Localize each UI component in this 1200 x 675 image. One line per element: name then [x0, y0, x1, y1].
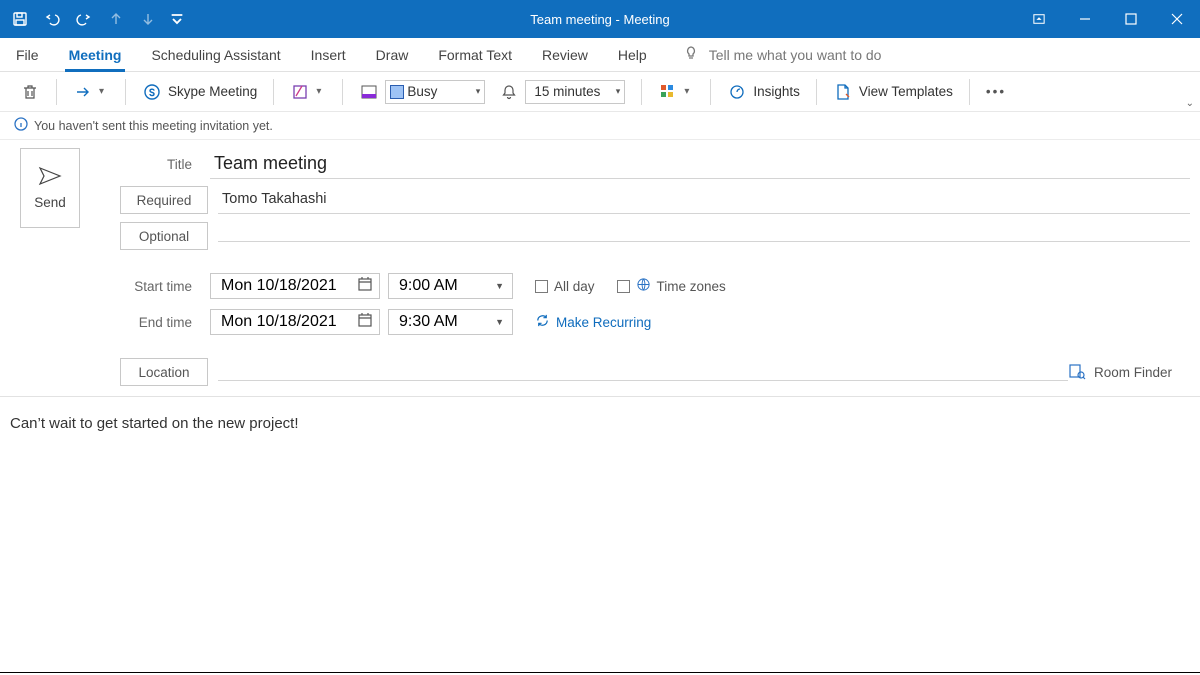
forward-dropdown[interactable]: ▾: [99, 86, 109, 97]
calendar-icon: [357, 312, 373, 333]
footer-border: [0, 672, 1200, 673]
location-input[interactable]: [218, 363, 1068, 381]
reminder-bell-icon[interactable]: [499, 82, 519, 102]
busy-swatch-icon: [390, 85, 404, 99]
ribbon-toolbar: ▾ Skype Meeting ▾ Busy ▾ 15 minutes ▾ ▾ …: [0, 72, 1200, 112]
tab-review[interactable]: Review: [538, 38, 592, 72]
quick-access-toolbar: [0, 7, 186, 31]
meeting-form: Send Title Team meeting Required Tomo Ta…: [0, 140, 1200, 388]
qat-dropdown-icon[interactable]: [168, 7, 186, 31]
meeting-body[interactable]: Can’t wait to get started on the new pro…: [0, 397, 1200, 450]
title-doc: Team meeting: [530, 12, 612, 27]
forward-arrow-icon[interactable]: [73, 82, 93, 102]
tab-format-text[interactable]: Format Text: [434, 38, 516, 72]
end-date-input[interactable]: Mon 10/18/2021: [210, 309, 380, 335]
undo-icon[interactable]: [40, 7, 64, 31]
meeting-notes-icon[interactable]: [290, 82, 310, 102]
globe-icon: [636, 277, 651, 295]
optional-input[interactable]: [218, 231, 1190, 242]
title-input[interactable]: Team meeting: [210, 149, 1190, 179]
optional-button[interactable]: Optional: [120, 222, 208, 250]
title-bar: Team meeting - Meeting: [0, 0, 1200, 38]
redo-icon[interactable]: [72, 7, 96, 31]
show-as-icon[interactable]: [359, 82, 379, 102]
templates-icon: [833, 82, 853, 102]
categorize-icon[interactable]: [658, 82, 678, 102]
window-controls: [1016, 0, 1200, 38]
tab-insert[interactable]: Insert: [307, 38, 350, 72]
tell-me-placeholder: Tell me what you want to do: [709, 47, 882, 63]
info-icon: [14, 117, 28, 134]
close-icon[interactable]: [1154, 0, 1200, 38]
skype-meeting-button[interactable]: Skype Meeting: [132, 72, 267, 112]
tab-file[interactable]: File: [12, 38, 43, 72]
info-bar: You haven't sent this meeting invitation…: [0, 112, 1200, 140]
location-button[interactable]: Location: [120, 358, 208, 386]
end-time-label: End time: [90, 315, 210, 330]
start-date-input[interactable]: Mon 10/18/2021: [210, 273, 380, 299]
all-day-checkbox[interactable]: All day: [535, 279, 595, 294]
ribbon-display-options-icon[interactable]: [1016, 0, 1062, 38]
start-time-label: Start time: [90, 279, 210, 294]
tab-draw[interactable]: Draw: [372, 38, 413, 72]
calendar-icon: [357, 276, 373, 297]
start-time-input[interactable]: 9:00 AM▼: [388, 273, 513, 299]
info-text: You haven't sent this meeting invitation…: [34, 119, 273, 133]
room-finder-icon: [1068, 362, 1086, 383]
recurring-icon: [535, 313, 550, 331]
send-icon: [38, 166, 62, 189]
show-as-select[interactable]: Busy ▾: [385, 80, 485, 104]
tell-me-search[interactable]: Tell me what you want to do: [683, 45, 882, 64]
reminder-select[interactable]: 15 minutes ▾: [525, 80, 625, 104]
window-title: Team meeting - Meeting: [530, 12, 669, 27]
delete-icon[interactable]: [20, 82, 40, 102]
make-recurring-link[interactable]: Make Recurring: [535, 313, 651, 331]
tab-scheduling-assistant[interactable]: Scheduling Assistant: [147, 38, 284, 72]
required-button[interactable]: Required: [120, 186, 208, 214]
tab-help[interactable]: Help: [614, 38, 651, 72]
end-time-input[interactable]: 9:30 AM▼: [388, 309, 513, 335]
send-button[interactable]: Send: [20, 148, 80, 228]
save-icon[interactable]: [8, 7, 32, 31]
categorize-dropdown[interactable]: ▾: [684, 86, 694, 97]
down-arrow-icon[interactable]: [136, 7, 160, 31]
overflow-button[interactable]: •••: [976, 72, 1016, 112]
required-input[interactable]: Tomo Takahashi: [218, 187, 1190, 214]
minimize-icon[interactable]: [1062, 0, 1108, 38]
title-type: Meeting: [623, 12, 669, 27]
lightbulb-icon: [683, 45, 699, 64]
time-zones-checkbox[interactable]: Time zones: [617, 277, 726, 295]
up-arrow-icon[interactable]: [104, 7, 128, 31]
skype-icon: [142, 82, 162, 102]
title-label: Title: [90, 157, 210, 172]
notes-dropdown[interactable]: ▾: [316, 86, 326, 97]
insights-button[interactable]: Insights: [717, 72, 810, 112]
maximize-icon[interactable]: [1108, 0, 1154, 38]
tab-meeting[interactable]: Meeting: [65, 38, 126, 72]
ribbon-expand-icon[interactable]: ⌄: [1186, 98, 1194, 109]
ribbon-tabs: File Meeting Scheduling Assistant Insert…: [0, 38, 1200, 72]
room-finder-button[interactable]: Room Finder: [1068, 362, 1190, 383]
view-templates-button[interactable]: View Templates: [823, 72, 963, 112]
insights-icon: [727, 82, 747, 102]
